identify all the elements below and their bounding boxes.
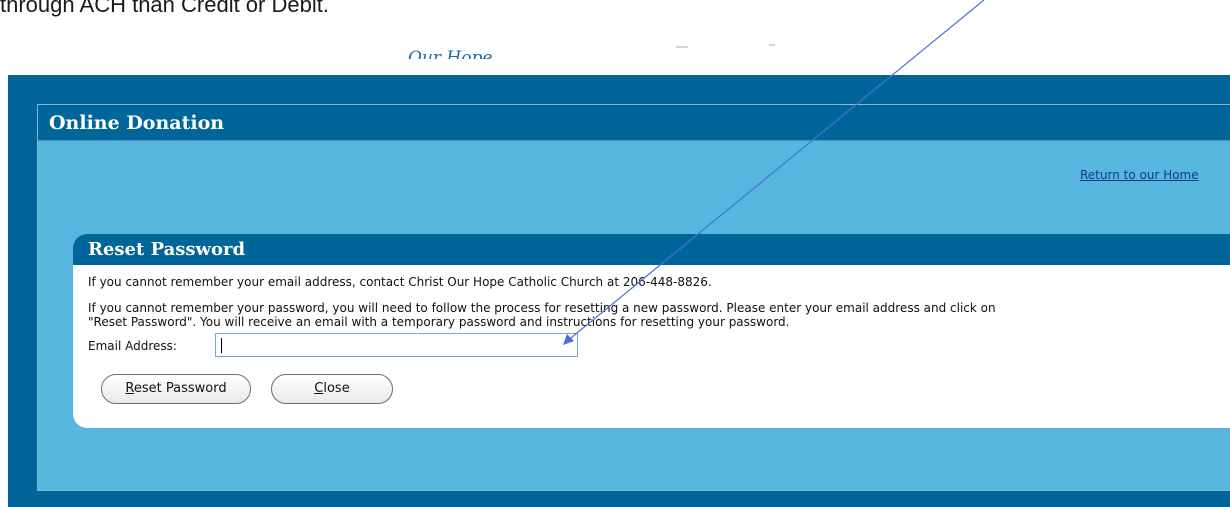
panel-title: Reset Password [88, 239, 246, 260]
document-caption-text: through ACH than Credit or Debit. [0, 0, 329, 17]
close-button[interactable]: Close [271, 374, 393, 404]
reset-password-button[interactable]: Reset Password [101, 374, 251, 404]
panel-header: Reset Password [73, 234, 1230, 265]
instructions-text-line-2: "Reset Password". You will receive an em… [88, 315, 790, 329]
reset-button-label: eset Password [133, 381, 227, 396]
page-title: Online Donation [49, 112, 225, 134]
screenshot-stage: through ACH than Credit or Debit. Our Ho… [0, 0, 1230, 507]
email-address-label: Email Address: [88, 339, 177, 353]
return-home-link[interactable]: Return to our Home [1080, 168, 1199, 182]
logo-dash [676, 46, 688, 48]
close-button-label: lose [323, 381, 350, 396]
text-cursor [221, 338, 222, 353]
instructions-text-line-1: If you cannot remember your password, yo… [88, 301, 996, 315]
close-button-accelerator: C [314, 381, 324, 396]
reset-password-panel: Reset Password If you cannot remember yo… [73, 234, 1230, 428]
logo-dash [769, 44, 775, 46]
email-address-input[interactable] [215, 333, 578, 357]
contact-info-text: If you cannot remember your email addres… [88, 275, 712, 289]
reset-button-accelerator: R [125, 381, 134, 396]
section-header: Online Donation [38, 105, 1230, 141]
church-logo-fragment: Our Hope [408, 48, 493, 59]
